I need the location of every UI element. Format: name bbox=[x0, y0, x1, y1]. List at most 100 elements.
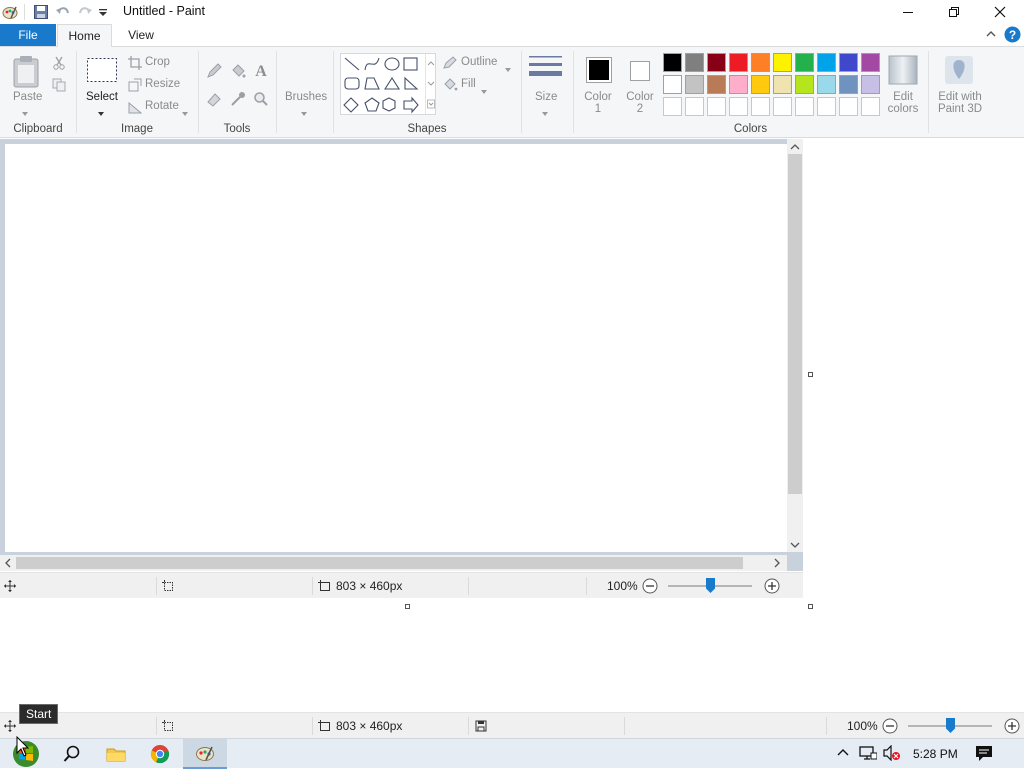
palette-swatch[interactable] bbox=[663, 53, 682, 72]
custom-color-swatch[interactable] bbox=[839, 97, 858, 116]
color2-swatch[interactable] bbox=[630, 61, 650, 81]
custom-color-swatch[interactable] bbox=[685, 97, 704, 116]
palette-swatch[interactable] bbox=[795, 75, 814, 94]
collapse-ribbon-icon[interactable] bbox=[985, 28, 997, 43]
palette-swatch[interactable] bbox=[817, 53, 836, 72]
custom-color-swatch[interactable] bbox=[795, 97, 814, 116]
tab-view[interactable]: View bbox=[118, 24, 164, 46]
custom-color-swatch[interactable] bbox=[707, 97, 726, 116]
scroll-left-icon[interactable] bbox=[4, 558, 12, 568]
horizontal-scroll-thumb[interactable] bbox=[16, 557, 743, 569]
zoom-in-button[interactable] bbox=[1004, 713, 1020, 739]
palette-swatch[interactable] bbox=[751, 53, 770, 72]
fill-button[interactable]: Fill bbox=[461, 78, 476, 90]
palette-swatch[interactable] bbox=[685, 75, 704, 94]
outline-dropdown-icon[interactable] bbox=[505, 61, 511, 75]
paint-taskbar-button[interactable] bbox=[183, 739, 227, 769]
cut-icon[interactable] bbox=[52, 56, 66, 73]
taskbar-clock[interactable]: 5:28 PM bbox=[913, 747, 958, 761]
paste-dropdown-icon[interactable] bbox=[22, 105, 28, 119]
palette-swatch[interactable] bbox=[839, 53, 858, 72]
scroll-right-icon[interactable] bbox=[773, 558, 781, 568]
palette-swatch[interactable] bbox=[729, 75, 748, 94]
palette-swatch[interactable] bbox=[707, 75, 726, 94]
resize-handle-corner[interactable] bbox=[808, 604, 813, 609]
redo-icon[interactable] bbox=[77, 3, 93, 21]
save-icon[interactable] bbox=[33, 3, 49, 21]
file-explorer-button[interactable] bbox=[94, 739, 138, 769]
close-button[interactable] bbox=[977, 0, 1023, 24]
paint-app-icon[interactable] bbox=[2, 3, 18, 21]
customize-quick-access-icon[interactable] bbox=[98, 3, 108, 21]
search-button[interactable] bbox=[50, 739, 94, 769]
custom-color-swatch[interactable] bbox=[773, 97, 792, 116]
show-hidden-icons-button[interactable] bbox=[837, 747, 849, 762]
action-center-icon[interactable] bbox=[975, 745, 993, 765]
outline-button[interactable]: Outline bbox=[461, 56, 497, 68]
crop-button[interactable]: Crop bbox=[145, 56, 170, 68]
pencil-icon[interactable] bbox=[206, 63, 222, 82]
color2-button[interactable]: Color 2 bbox=[626, 91, 654, 115]
network-icon[interactable] bbox=[859, 745, 878, 764]
edit-colors-button[interactable]: Edit colors bbox=[883, 91, 923, 115]
copy-icon[interactable] bbox=[52, 78, 66, 95]
chrome-button[interactable] bbox=[138, 739, 182, 769]
magnifier-icon[interactable] bbox=[253, 91, 269, 110]
undo-icon[interactable] bbox=[55, 3, 71, 21]
palette-swatch[interactable] bbox=[817, 75, 836, 94]
palette-swatch[interactable] bbox=[861, 53, 880, 72]
zoom-out-button[interactable] bbox=[642, 573, 658, 599]
brushes-dropdown-icon[interactable] bbox=[301, 105, 307, 119]
palette-swatch[interactable] bbox=[685, 53, 704, 72]
custom-color-swatch[interactable] bbox=[817, 97, 836, 116]
custom-color-swatch[interactable] bbox=[751, 97, 770, 116]
drawing-canvas[interactable] bbox=[5, 144, 787, 552]
palette-swatch[interactable] bbox=[729, 53, 748, 72]
fill-bucket-icon[interactable] bbox=[230, 63, 246, 82]
paste-button[interactable] bbox=[12, 55, 42, 92]
vertical-scrollbar[interactable] bbox=[787, 139, 803, 552]
text-tool-icon[interactable]: A bbox=[253, 61, 269, 82]
resize-button[interactable]: Resize bbox=[145, 78, 180, 90]
rotate-button[interactable]: Rotate bbox=[145, 100, 179, 112]
vertical-scroll-thumb[interactable] bbox=[788, 154, 802, 494]
help-icon[interactable]: ? bbox=[1004, 26, 1021, 46]
minimize-button[interactable] bbox=[885, 0, 931, 24]
tab-home[interactable]: Home bbox=[57, 24, 112, 47]
palette-swatch[interactable] bbox=[707, 53, 726, 72]
resize-handle-right[interactable] bbox=[808, 372, 813, 377]
eraser-icon[interactable] bbox=[206, 91, 222, 110]
size-button[interactable]: Size bbox=[535, 91, 557, 103]
color1-button[interactable]: Color 1 bbox=[584, 91, 612, 115]
scroll-down-icon[interactable] bbox=[790, 541, 800, 549]
size-icon[interactable] bbox=[529, 55, 562, 86]
horizontal-scrollbar[interactable] bbox=[0, 555, 787, 571]
select-dropdown-icon[interactable] bbox=[98, 105, 104, 119]
palette-swatch[interactable] bbox=[751, 75, 770, 94]
fill-dropdown-icon[interactable] bbox=[481, 83, 487, 97]
zoom-slider-thumb[interactable] bbox=[946, 718, 955, 733]
palette-swatch[interactable] bbox=[663, 75, 682, 94]
shapes-gallery[interactable] bbox=[340, 53, 436, 115]
edit-with-paint3d-button[interactable]: Edit with Paint 3D bbox=[934, 91, 986, 115]
palette-swatch[interactable] bbox=[839, 75, 858, 94]
color-picker-icon[interactable] bbox=[230, 91, 246, 110]
custom-color-swatch[interactable] bbox=[729, 97, 748, 116]
custom-color-swatch[interactable] bbox=[663, 97, 682, 116]
restore-button[interactable] bbox=[931, 0, 977, 24]
palette-swatch[interactable] bbox=[861, 75, 880, 94]
palette-swatch[interactable] bbox=[773, 53, 792, 72]
select-button[interactable] bbox=[86, 56, 118, 87]
brushes-button[interactable]: Brushes bbox=[285, 91, 327, 103]
zoom-in-button[interactable] bbox=[764, 573, 780, 599]
zoom-slider-thumb[interactable] bbox=[706, 578, 715, 593]
size-dropdown-icon[interactable] bbox=[542, 105, 548, 119]
custom-color-swatch[interactable] bbox=[861, 97, 880, 116]
zoom-out-button[interactable] bbox=[882, 713, 898, 739]
volume-muted-icon[interactable] bbox=[883, 744, 901, 764]
scroll-up-icon[interactable] bbox=[790, 143, 800, 151]
resize-handle-bottom[interactable] bbox=[405, 604, 410, 609]
tab-file[interactable]: File bbox=[0, 24, 56, 46]
palette-swatch[interactable] bbox=[795, 53, 814, 72]
palette-swatch[interactable] bbox=[773, 75, 792, 94]
